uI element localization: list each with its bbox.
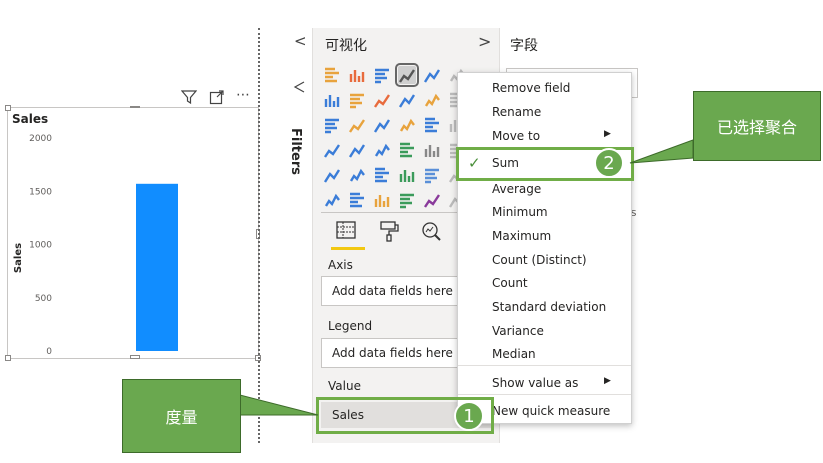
step-badge-2: 2 [594, 148, 624, 178]
aggregate-callout-pointer [629, 139, 694, 164]
step-badge-1: 1 [454, 401, 484, 431]
measure-callout-pointer [239, 394, 319, 416]
measure-callout: 度量 [122, 379, 241, 453]
aggregate-callout: 已选择聚合 [693, 91, 821, 161]
